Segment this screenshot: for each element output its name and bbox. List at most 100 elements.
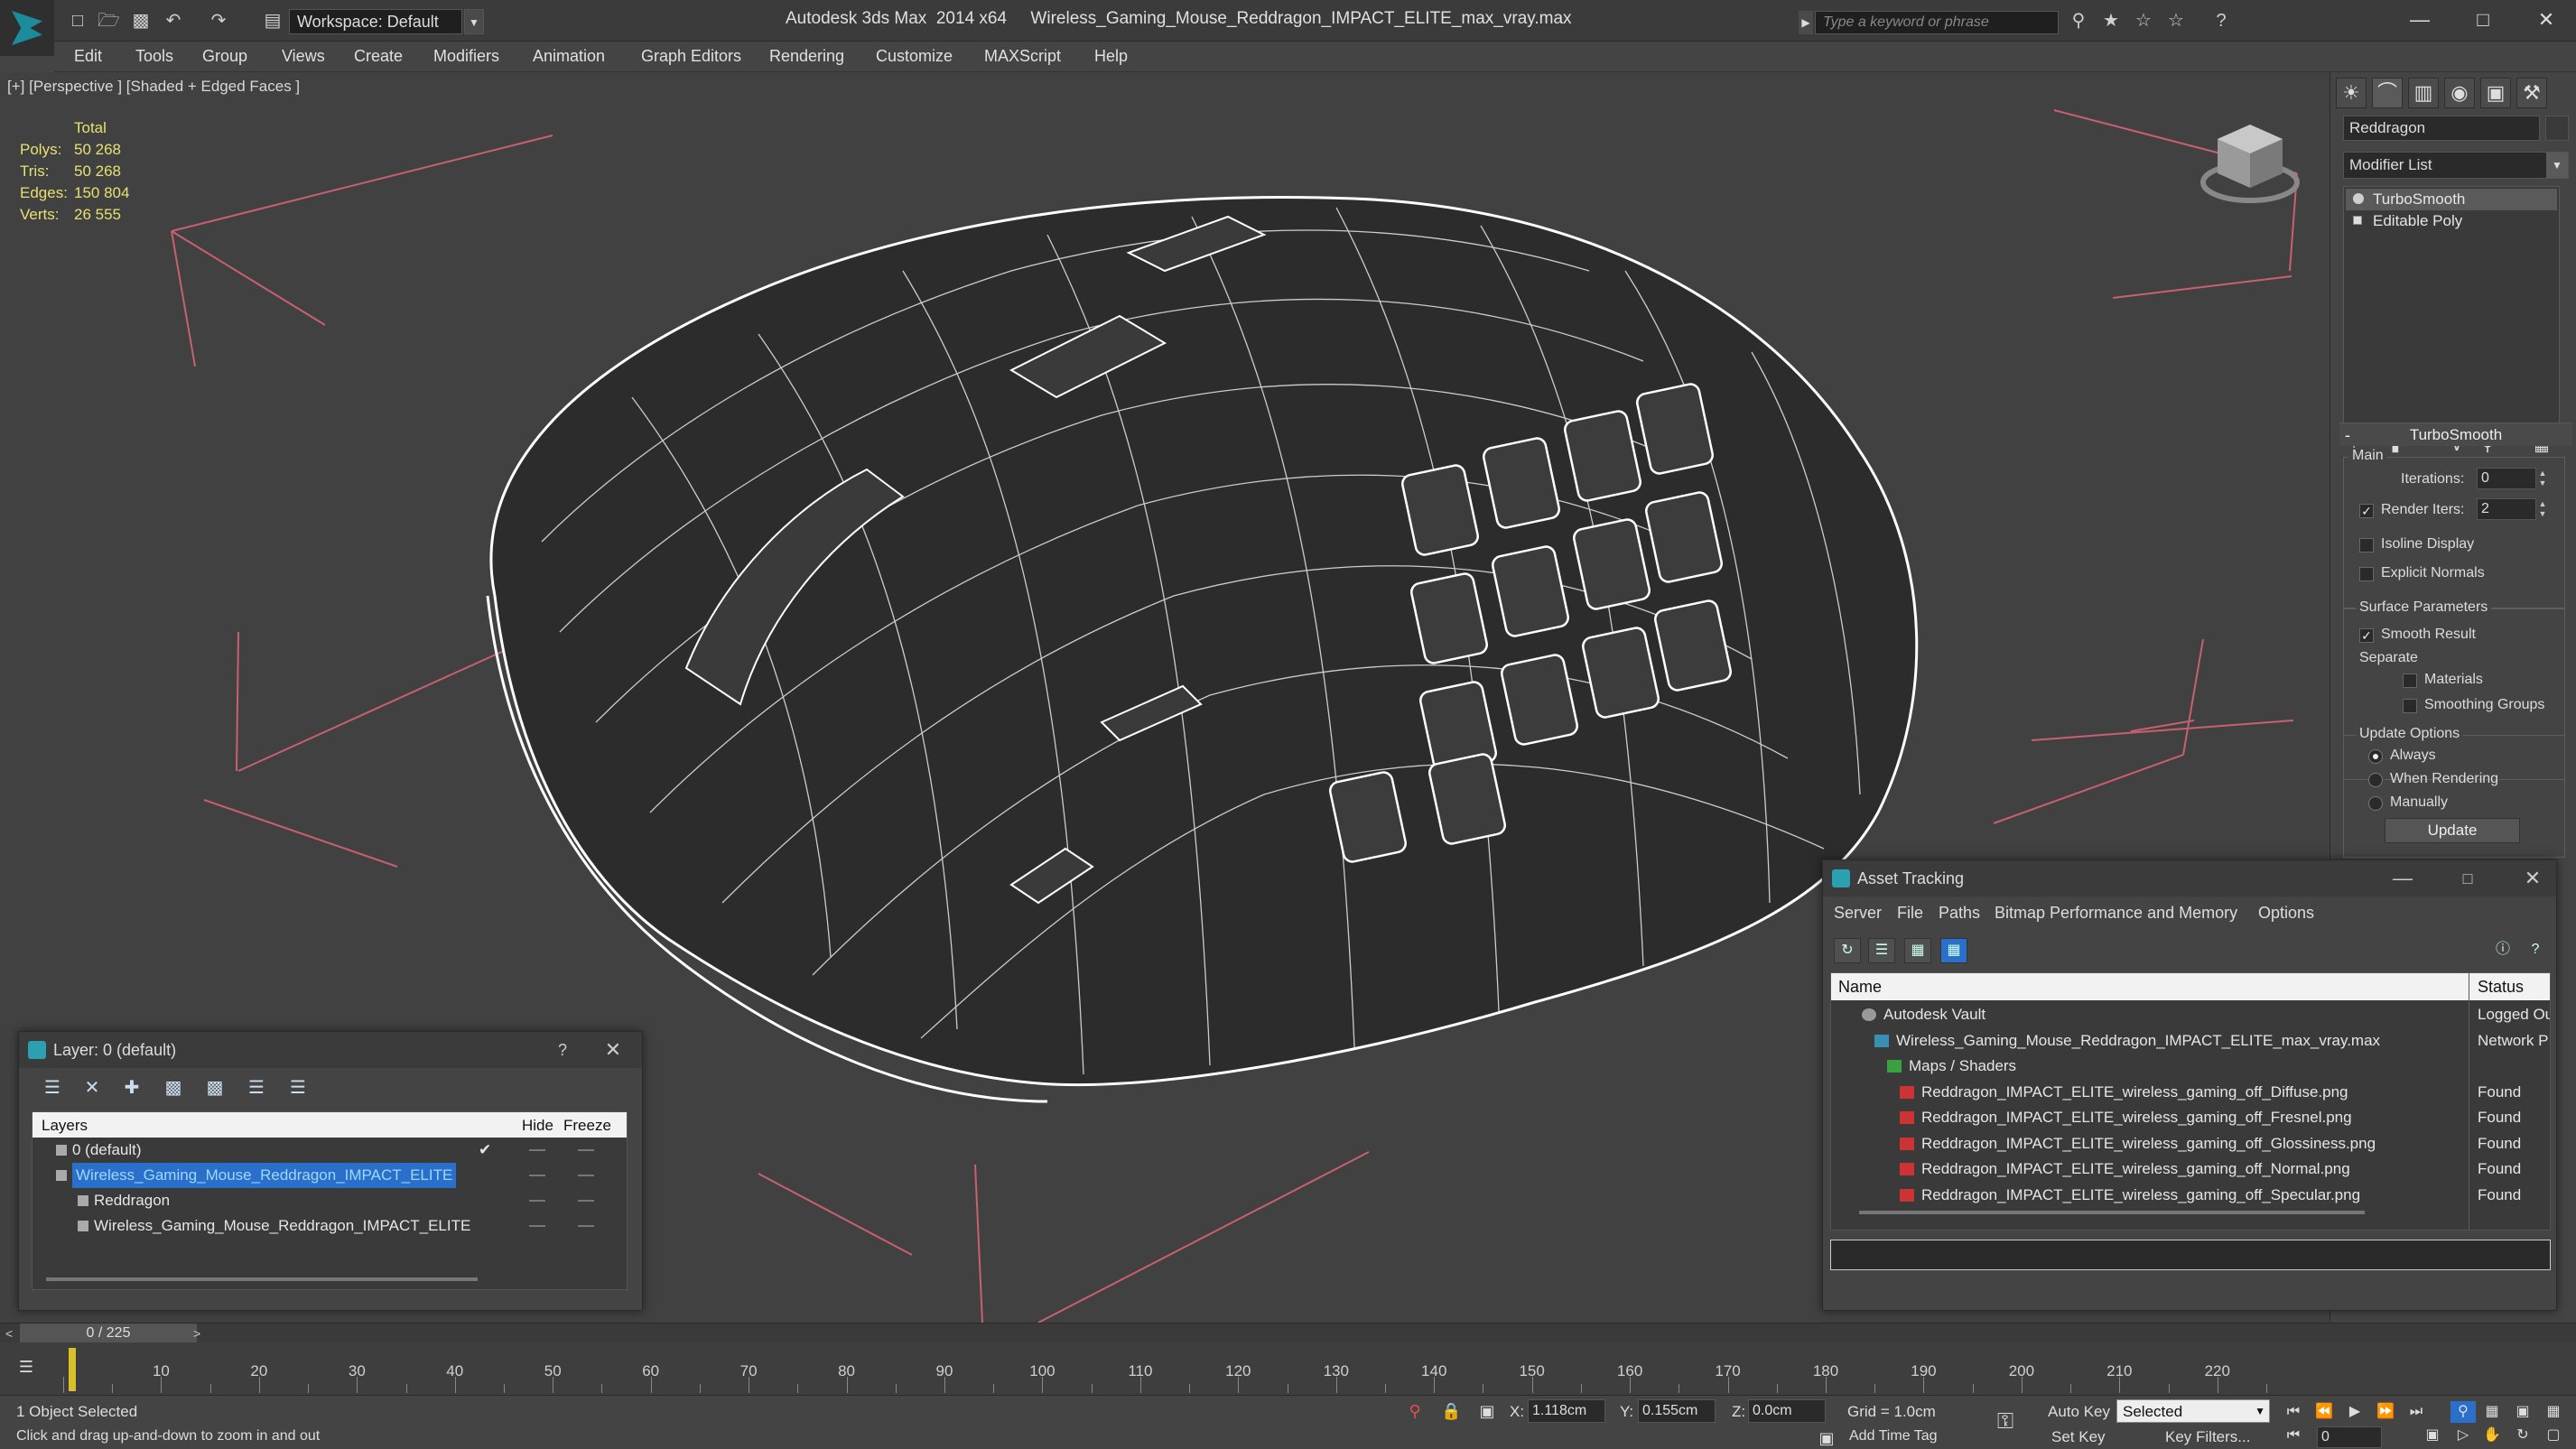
asset-row[interactable]: Reddragon_IMPACT_ELITE_wireless_gaming_o… (1831, 1080, 2550, 1105)
menu-edit[interactable]: Edit (74, 47, 102, 66)
time-slider-frame[interactable]: 0 / 225 (20, 1324, 197, 1343)
stack-item-turbosmooth[interactable]: TurboSmooth (2346, 189, 2557, 210)
layer-row[interactable]: Reddragon (33, 1188, 628, 1213)
maximize-icon[interactable]: □ (2451, 866, 2484, 891)
favorites-icon[interactable]: ☆ (2165, 11, 2187, 31)
current-frame-field[interactable]: 0 (2317, 1426, 2382, 1448)
menu-tools[interactable]: Tools (135, 47, 173, 66)
asset-row[interactable]: Autodesk Vault Logged Ou (1831, 1002, 2550, 1027)
refresh-icon[interactable]: ↻ (1834, 938, 1861, 963)
asset-row[interactable]: Reddragon_IMPACT_ELITE_wireless_gaming_o… (1831, 1156, 2550, 1182)
minimize-icon[interactable]: — (2393, 4, 2447, 36)
lock-selection-icon[interactable]: 🔒 (1441, 1401, 1461, 1421)
communication-icon[interactable]: ★ (2100, 11, 2122, 31)
field-of-view-icon[interactable]: ▷ (2450, 1425, 2476, 1446)
materials-checkbox[interactable] (2403, 673, 2417, 688)
minimize-icon[interactable]: — (2386, 866, 2419, 891)
update-button[interactable]: Update (2385, 818, 2520, 843)
expand-box-icon[interactable] (2353, 216, 2362, 225)
freeze-toggle[interactable] (578, 1225, 594, 1227)
hide-column-header[interactable]: Hide (522, 1117, 553, 1135)
pan-view-icon[interactable]: ✋ (2479, 1425, 2505, 1446)
create-tab-icon[interactable]: ☀ (2336, 78, 2367, 108)
zoom-icon[interactable]: ⚲ (2450, 1401, 2476, 1423)
key-filters-button[interactable]: Key Filters... (2165, 1428, 2250, 1446)
layer-name[interactable]: 0 (default) (72, 1138, 142, 1163)
asset-menu-options[interactable]: Options (2258, 904, 2314, 923)
undo-icon[interactable]: ↶ (163, 11, 184, 31)
y-coordinate-field[interactable]: 0.155cm (1638, 1399, 1716, 1423)
absolute-mode-icon[interactable]: ▣ (1477, 1401, 1497, 1421)
track-bar-ruler[interactable]: 10 20 30 40 50 60 70 80 90 100 110 120 130 140 150 160 1… (63, 1344, 2267, 1393)
iterations-spinner[interactable]: 0 ▲ ▼ (2477, 468, 2546, 489)
maximize-icon[interactable]: □ (2456, 4, 2510, 36)
asset-row[interactable]: Reddragon_IMPACT_ELITE_wireless_gaming_o… (1831, 1131, 2550, 1156)
asset-row[interactable]: Reddragon_IMPACT_ELITE_wireless_gaming_o… (1831, 1183, 2550, 1208)
layers-column-header[interactable]: Layers (42, 1117, 88, 1135)
project-icon[interactable]: ▤ (262, 11, 284, 31)
maximize-viewport-icon[interactable]: ▢ (2541, 1425, 2566, 1446)
layer-scrollbar[interactable] (46, 1277, 478, 1281)
viewcube-icon[interactable] (2196, 112, 2304, 211)
display-tab-icon[interactable]: ▣ (2480, 78, 2511, 108)
time-tag-icon[interactable]: ▣ (1817, 1428, 1837, 1448)
modifier-list-dropdown[interactable]: Modifier List ▼ (2343, 152, 2569, 179)
viewport-label[interactable]: [+] [Perspective ] [Shaded + Edged Faces… (7, 78, 300, 96)
asset-row[interactable]: Wireless_Gaming_Mouse_Reddragon_IMPACT_E… (1831, 1028, 2550, 1054)
freeze-column-header[interactable]: Freeze (563, 1117, 611, 1135)
zoom-extents-all-icon[interactable]: ▦ (2541, 1401, 2566, 1423)
set-key-button[interactable]: Set Key (2051, 1428, 2106, 1446)
freeze-toggle[interactable] (578, 1200, 594, 1202)
manually-radio[interactable] (2368, 796, 2383, 811)
layer-name[interactable]: Wireless_Gaming_Mouse_Reddragon_IMPACT_E… (94, 1213, 470, 1239)
hide-toggle[interactable] (529, 1200, 545, 1202)
pin-icon[interactable]: ⚲ (1405, 1401, 1425, 1421)
time-slider[interactable]: < 0 / 225 > (0, 1323, 2576, 1343)
freeze-all-icon[interactable]: ☰ (284, 1075, 312, 1101)
next-frame-icon[interactable]: > (193, 1324, 200, 1343)
close-icon[interactable]: ✕ (597, 1037, 629, 1063)
new-icon[interactable]: □ (67, 11, 88, 31)
hide-toggle[interactable] (529, 1175, 545, 1176)
when-rendering-radio[interactable] (2368, 773, 2383, 787)
menu-help[interactable]: Help (1094, 47, 1128, 66)
chevron-down-icon[interactable]: ▼ (2255, 1400, 2265, 1422)
previous-key-icon[interactable]: ⏪ (2311, 1401, 2337, 1423)
play-icon[interactable]: ▶ (2342, 1401, 2367, 1423)
asset-path-field[interactable] (1830, 1240, 2551, 1270)
highlight-layer-icon[interactable]: ▩ (201, 1075, 228, 1101)
menu-views[interactable]: Views (282, 47, 325, 66)
object-color-swatch[interactable] (2545, 116, 2569, 141)
menu-animation[interactable]: Animation (533, 47, 605, 66)
chevron-down-icon[interactable]: ▼ (2546, 153, 2568, 178)
close-icon[interactable]: ✕ (2519, 4, 2573, 36)
app-logo-icon[interactable] (0, 0, 54, 56)
binoculars-icon[interactable]: ⚲ (2068, 11, 2089, 31)
zoom-extents-icon[interactable]: ▣ (2510, 1401, 2535, 1423)
isoline-display-checkbox[interactable] (2359, 538, 2374, 553)
current-layer-check-icon[interactable]: ✔ (479, 1138, 491, 1163)
render-iters-spinner[interactable]: 2 ▲ ▼ (2477, 498, 2546, 520)
status-column-header[interactable]: Status (2478, 978, 2524, 997)
zoom-all-icon[interactable]: ▦ (2479, 1401, 2505, 1423)
search-expand-icon[interactable]: ▶ (1799, 11, 1813, 34)
next-key-icon[interactable]: ⏩ (2373, 1401, 2398, 1423)
table-view-icon[interactable]: ▦ (1940, 938, 1967, 963)
freeze-toggle[interactable] (578, 1175, 594, 1176)
redo-icon[interactable]: ↷ (208, 11, 229, 31)
select-objects-icon[interactable]: ▩ (160, 1075, 187, 1101)
spinner-arrows-icon[interactable]: ▲ ▼ (2537, 469, 2548, 488)
spinner-arrows-icon[interactable]: ▲ ▼ (2537, 499, 2548, 519)
layer-row[interactable]: Wireless_Gaming_Mouse_Reddragon_IMPACT_E… (33, 1163, 628, 1188)
asset-menu-file[interactable]: File (1897, 904, 1923, 923)
asset-menu-server[interactable]: Server (1834, 904, 1882, 923)
auto-key-button[interactable]: Auto Key (2048, 1403, 2110, 1421)
list-view-icon[interactable]: ☰ (1868, 938, 1895, 963)
menu-create[interactable]: Create (354, 47, 403, 66)
smoothing-groups-checkbox[interactable] (2403, 699, 2417, 713)
stack-item-editable-poly[interactable]: Editable Poly (2346, 210, 2557, 232)
hide-toggle[interactable] (529, 1149, 545, 1151)
asset-window-titlebar[interactable]: Asset Tracking — □ ✕ (1823, 860, 2556, 896)
hierarchy-tab-icon[interactable]: ▥ (2408, 78, 2439, 108)
workspace-select[interactable]: Workspace: Default (289, 9, 462, 34)
